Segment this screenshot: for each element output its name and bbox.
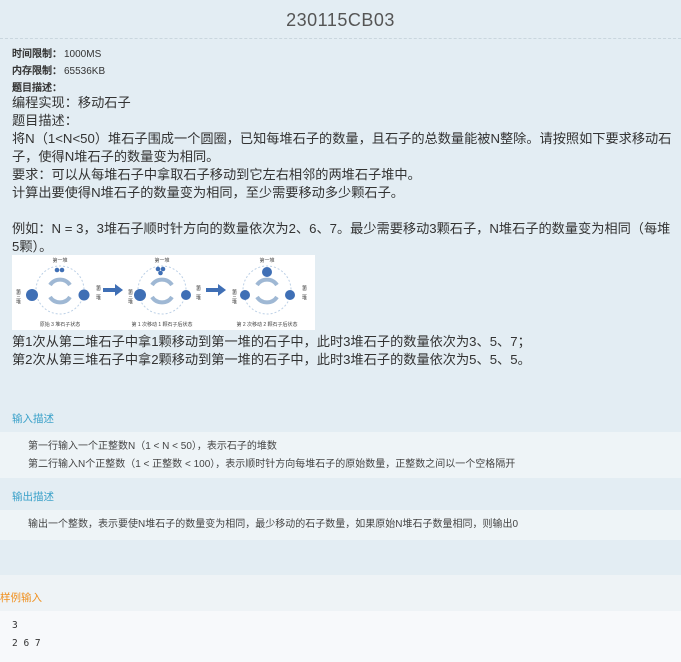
arrow-right-icon bbox=[206, 284, 226, 296]
svg-text:第三堆: 第三堆 bbox=[231, 288, 237, 305]
problem-meta: 时间限制： 1000MS 内存限制： 65536KB 题目描述： bbox=[12, 46, 105, 97]
right-label: 第二堆 bbox=[95, 284, 101, 301]
desc-line: 例如：N = 3，3堆石子顺时针方向的数量依次为2、6、7。最少需要移动3颗石子… bbox=[12, 221, 671, 254]
svg-text:第二堆: 第二堆 bbox=[195, 284, 201, 301]
panel-after-move-1: 第一堆 第三堆 第二堆 第 1 次移动 1 颗石子后状态 bbox=[127, 257, 201, 328]
sample-line: 3 bbox=[12, 620, 18, 631]
desc-line: 将N（1<N<50）堆石子围成一个圆圈，已知每堆石子的数量，且石子的总数量能被N… bbox=[12, 131, 672, 164]
desc-line: 计算出要使得N堆石子的数量变为相同，至少需要移动多少颗石子。 bbox=[12, 185, 404, 200]
svg-text:第三堆: 第三堆 bbox=[127, 288, 133, 305]
problem-title: 230115CB03 bbox=[0, 0, 681, 39]
desc-line: 编程实现：移动石子 bbox=[12, 95, 131, 110]
explanation-line: 第1次从第二堆石子中拿1颗移动到第一堆的石子中，此时3堆石子的数量依次为3、5、… bbox=[12, 334, 531, 349]
panel-original: 第一堆 第三堆 第二堆 原始 3 堆石子状态 bbox=[15, 257, 101, 328]
svg-text:第一堆: 第一堆 bbox=[259, 257, 274, 264]
output-line: 输出一个整数，表示要使N堆石子的数量变为相同，最少移动的石子数量，如果原始N堆石… bbox=[28, 519, 519, 530]
sample-input-heading: 样例输入 bbox=[0, 592, 42, 604]
output-description-box: 输出一个整数，表示要使N堆石子的数量变为相同，最少移动的石子数量，如果原始N堆石… bbox=[0, 510, 681, 540]
input-description-heading: 输入描述 bbox=[12, 413, 54, 425]
problem-explanation: 第1次从第二堆石子中拿1颗移动到第一堆的石子中，此时3堆石子的数量依次为3、5、… bbox=[12, 333, 676, 369]
caption-3: 第 2 次移动 2 颗石子后状态 bbox=[236, 321, 297, 328]
time-limit: 时间限制： 1000MS bbox=[12, 49, 102, 60]
problem-description: 编程实现：移动石子 题目描述： 将N（1<N<50）堆石子围成一个圆圈，已知每堆… bbox=[12, 94, 676, 256]
desc-line: 题目描述： bbox=[12, 113, 78, 128]
arrow-right-icon bbox=[103, 284, 123, 296]
stone-diagram-svg: 第一堆 第三堆 第二堆 原始 3 堆石子状态 第一堆 第三堆 第二堆 第 1 次… bbox=[15, 257, 307, 328]
input-line: 第二行输入N个正整数（1 < 正整数 < 100），表示顺时针方向每堆石子的原始… bbox=[28, 459, 516, 470]
sample-line: 2 6 7 bbox=[12, 638, 41, 649]
caption-1: 原始 3 堆石子状态 bbox=[40, 321, 81, 328]
input-description-box: 第一行输入一个正整数N（1 < N < 50），表示石子的堆数 第二行输入N个正… bbox=[0, 432, 681, 478]
memory-limit: 内存限制： 65536KB bbox=[12, 66, 106, 77]
desc-line: 要求：可以从每堆石子中拿取石子移动到它左右相邻的两堆石子堆中。 bbox=[12, 167, 421, 182]
input-line: 第一行输入一个正整数N（1 < N < 50），表示石子的堆数 bbox=[28, 441, 277, 452]
stone-illustration: 第一堆 第三堆 第二堆 原始 3 堆石子状态 第一堆 第三堆 第二堆 第 1 次… bbox=[12, 255, 315, 330]
sample-input-box: 3 2 6 7 bbox=[0, 611, 681, 662]
top-label: 第一堆 bbox=[52, 257, 67, 264]
panel-after-move-2: 第一堆 第三堆 第二堆 第 2 次移动 2 颗石子后状态 bbox=[231, 257, 307, 328]
explanation-line: 第2次从第三堆石子中拿2颗移动到第一堆的石子中，此时3堆石子的数量依次为5、5、… bbox=[12, 352, 531, 367]
caption-2: 第 1 次移动 1 颗石子后状态 bbox=[131, 321, 192, 328]
svg-text:第二堆: 第二堆 bbox=[301, 284, 307, 301]
left-label: 第三堆 bbox=[15, 288, 21, 305]
desc-line bbox=[12, 202, 676, 220]
output-description-heading: 输出描述 bbox=[12, 491, 54, 503]
svg-text:第一堆: 第一堆 bbox=[154, 257, 169, 264]
